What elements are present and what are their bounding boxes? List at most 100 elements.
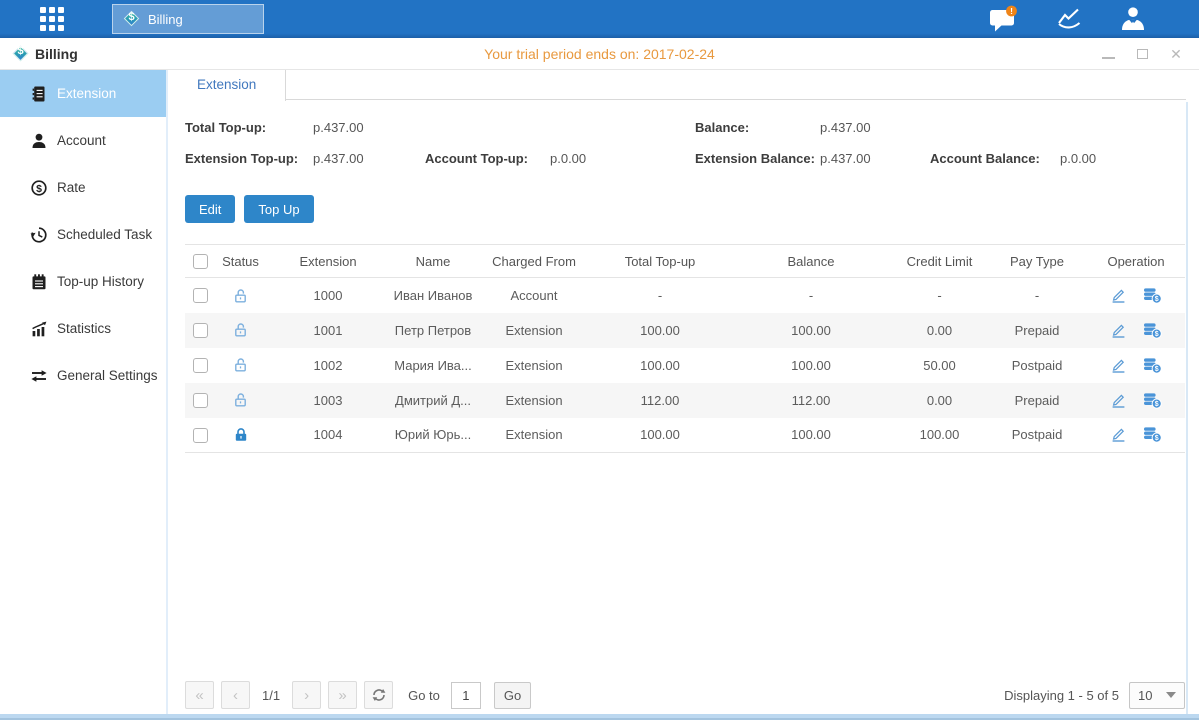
cell-name: Мария Ива...	[388, 348, 478, 383]
close-button[interactable]: ✕	[1169, 47, 1183, 61]
sidebar-item-rate[interactable]: $ Rate	[0, 164, 166, 211]
refresh-button[interactable]	[364, 681, 393, 709]
billing-window-icon: $	[12, 45, 29, 62]
sidebar-item-topup-history[interactable]: Top-up History	[0, 258, 166, 305]
sidebar-label: Rate	[57, 180, 86, 195]
topup-extension-icon[interactable]: $	[1143, 426, 1162, 443]
svg-text:$: $	[1155, 435, 1159, 442]
goto-label: Go to	[408, 688, 440, 703]
window-titlebar: $ Billing Your trial period ends on: 201…	[0, 38, 1199, 70]
go-button[interactable]: Go	[494, 682, 531, 709]
notepad-icon	[30, 273, 48, 291]
select-all-checkbox[interactable]	[193, 254, 208, 269]
window-title: Billing	[35, 46, 78, 62]
double-arrows-icon	[30, 367, 48, 385]
table-header-row: Status Extension Name Charged From Total…	[185, 245, 1185, 278]
cell-balance: -	[730, 278, 892, 313]
svg-text:$: $	[1155, 331, 1159, 338]
page-size-select[interactable]: 10	[1129, 682, 1185, 709]
cell-extension: 1000	[268, 278, 388, 313]
cell-charged-from: Extension	[478, 313, 590, 348]
cell-pay-type: Postpaid	[987, 418, 1087, 453]
row-checkbox[interactable]	[193, 393, 208, 408]
cell-pay-type: Postpaid	[987, 348, 1087, 383]
maximize-button[interactable]	[1135, 47, 1149, 61]
edit-extension-icon[interactable]	[1110, 357, 1127, 374]
next-page-button[interactable]: ›	[292, 681, 321, 709]
sidebar-label: Top-up History	[57, 274, 144, 289]
sidebar-item-account[interactable]: Account	[0, 117, 166, 164]
sidebar-label: General Settings	[57, 368, 158, 383]
account-balance-value: p.0.00	[1060, 151, 1096, 166]
sidebar-item-extension[interactable]: Extension	[0, 70, 166, 117]
content-panel: Extension Total Top-up: p.437.00 Balance…	[168, 70, 1199, 714]
col-name: Name	[388, 245, 478, 278]
col-status: Status	[213, 245, 268, 278]
status-unlocked-icon	[233, 322, 249, 338]
cell-total-topup: -	[590, 278, 730, 313]
edit-extension-icon[interactable]	[1110, 426, 1127, 443]
edit-extension-icon[interactable]	[1110, 322, 1127, 339]
edit-button[interactable]: Edit	[185, 195, 235, 223]
dollar-circle-icon: $	[30, 179, 48, 197]
prev-page-button[interactable]: ‹	[221, 681, 250, 709]
cell-charged-from: Extension	[478, 418, 590, 453]
extension-topup-label: Extension Top-up:	[185, 151, 298, 166]
page-indicator: 1/1	[262, 688, 280, 703]
extension-ledger-icon	[30, 85, 48, 103]
row-checkbox[interactable]	[193, 323, 208, 338]
displaying-text: Displaying 1 - 5 of 5	[1004, 688, 1119, 703]
account-topup-label: Account Top-up:	[425, 151, 528, 166]
cell-balance: 100.00	[730, 348, 892, 383]
window-controls: ✕	[1101, 47, 1183, 61]
balance-value: p.437.00	[820, 120, 871, 135]
row-checkbox[interactable]	[193, 428, 208, 443]
table-row: 1002 Мария Ива... Extension 100.00 100.0…	[185, 348, 1185, 383]
app-launcher-button[interactable]	[34, 4, 70, 34]
action-buttons: Edit Top Up	[185, 195, 1199, 223]
taskbar-billing-tab[interactable]: $ Billing	[112, 4, 264, 34]
cell-pay-type: -	[987, 278, 1087, 313]
taskbar: $ Billing !	[0, 0, 1199, 38]
row-checkbox[interactable]	[193, 288, 208, 303]
svg-text:!: !	[1010, 6, 1013, 16]
svg-text:$: $	[36, 182, 42, 194]
topup-extension-icon[interactable]: $	[1143, 322, 1162, 339]
row-checkbox[interactable]	[193, 358, 208, 373]
col-charged-from: Charged From	[478, 245, 590, 278]
svg-text:$: $	[1155, 366, 1159, 373]
sidebar-label: Extension	[57, 86, 116, 101]
cell-total-topup: 100.00	[590, 348, 730, 383]
svg-text:$: $	[1155, 401, 1159, 408]
extension-table: Status Extension Name Charged From Total…	[185, 244, 1185, 453]
account-balance-label: Account Balance:	[930, 151, 1040, 166]
topup-extension-icon[interactable]: $	[1143, 392, 1162, 409]
last-page-button[interactable]: »	[328, 681, 357, 709]
status-unlocked-icon	[233, 392, 249, 408]
billing-summary: Total Top-up: p.437.00 Balance: p.437.00…	[185, 114, 1185, 176]
line-chart-icon	[1055, 6, 1085, 32]
extension-balance-label: Extension Balance:	[695, 151, 815, 166]
account-menu-button[interactable]	[1119, 5, 1147, 33]
topup-extension-icon[interactable]: $	[1143, 287, 1162, 304]
tab-extension[interactable]: Extension	[168, 70, 286, 101]
minimize-button[interactable]	[1101, 47, 1115, 61]
edit-extension-icon[interactable]	[1110, 392, 1127, 409]
top-up-button[interactable]: Top Up	[244, 195, 313, 223]
resource-monitor-button[interactable]	[1055, 6, 1085, 32]
notifications-button[interactable]: !	[988, 5, 1021, 33]
sidebar-item-general-settings[interactable]: General Settings	[0, 352, 166, 399]
app-grid-icon	[40, 7, 64, 31]
cell-name: Петр Петров	[388, 313, 478, 348]
sidebar-item-scheduled-task[interactable]: Scheduled Task	[0, 211, 166, 258]
col-credit-limit: Credit Limit	[892, 245, 987, 278]
cell-balance: 100.00	[730, 313, 892, 348]
cell-total-topup: 100.00	[590, 313, 730, 348]
goto-page-input[interactable]	[451, 682, 481, 709]
first-page-button[interactable]: «	[185, 681, 214, 709]
sidebar-item-statistics[interactable]: Statistics	[0, 305, 166, 352]
cell-extension: 1003	[268, 383, 388, 418]
account-topup-value: p.0.00	[550, 151, 586, 166]
edit-extension-icon[interactable]	[1110, 287, 1127, 304]
topup-extension-icon[interactable]: $	[1143, 357, 1162, 374]
